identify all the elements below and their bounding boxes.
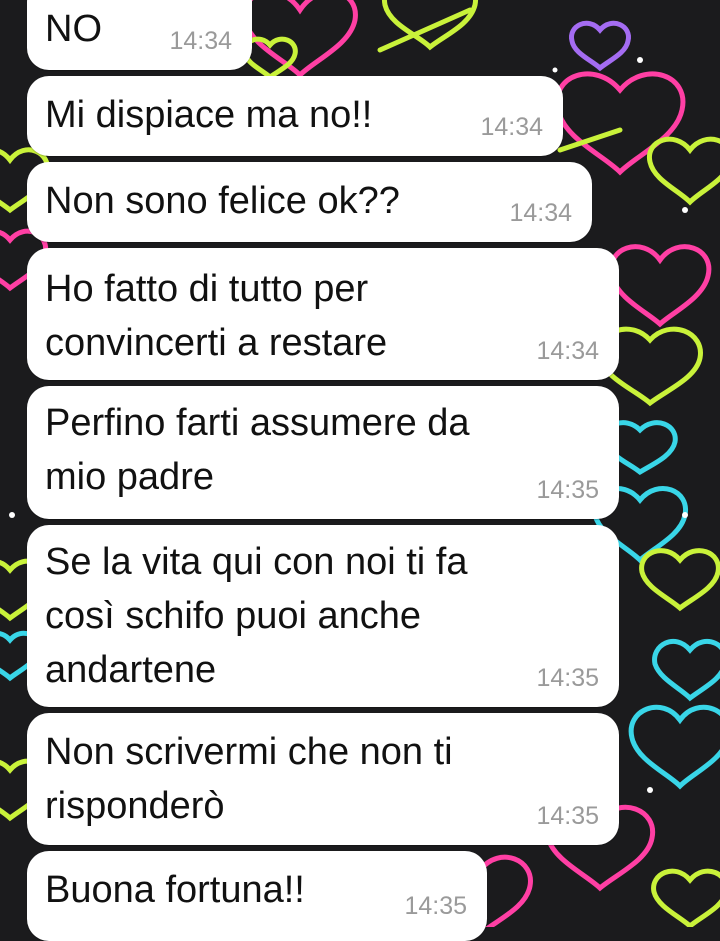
message-timestamp: 14:34 — [536, 337, 599, 365]
message-timestamp: 14:35 — [404, 892, 467, 920]
message-text: Buona fortuna!! — [45, 869, 305, 911]
sparkle — [637, 57, 643, 63]
message-text: Non scrivermi che non ti risponderò — [45, 731, 453, 827]
message-text: Non sono felice ok?? — [45, 180, 400, 222]
message-bubble[interactable]: Perfino farti assumere da mio padre 14:35 — [27, 386, 619, 519]
heart-doodle — [569, 20, 631, 72]
message-timestamp: 14:35 — [536, 476, 599, 504]
sparkle — [682, 512, 688, 518]
heart-doodle — [242, 36, 298, 81]
message-text: Mi dispiace ma no!! — [45, 94, 373, 136]
heart-doodle — [652, 638, 720, 702]
message-bubble[interactable]: Buona fortuna!! 14:35 — [27, 851, 487, 941]
heart-doodle — [554, 71, 686, 176]
sparkle — [9, 512, 15, 518]
message-bubble[interactable]: Mi dispiace ma no!! 14:34 — [27, 76, 563, 156]
message-bubble[interactable]: NO 14:34 — [27, 0, 252, 70]
message-text: Se la vita qui con noi ti fa così schifo… — [45, 541, 468, 691]
heart-doodle — [608, 244, 712, 328]
message-text: NO — [45, 8, 102, 50]
heart-doodle — [639, 548, 720, 612]
message-timestamp: 14:34 — [509, 199, 572, 227]
heart-doodle — [628, 704, 720, 790]
message-bubble[interactable]: Non scrivermi che non ti risponderò 14:35 — [27, 713, 619, 845]
message-timestamp: 14:35 — [536, 664, 599, 692]
message-timestamp: 14:35 — [536, 802, 599, 830]
message-timestamp: 14:34 — [169, 27, 232, 55]
sparkle — [647, 787, 653, 793]
message-bubble[interactable]: Ho fatto di tutto per convincerti a rest… — [27, 248, 619, 380]
message-bubble[interactable]: Non sono felice ok?? 14:34 — [27, 162, 592, 242]
message-bubble[interactable]: Se la vita qui con noi ti fa così schifo… — [27, 525, 619, 707]
heart-doodle — [651, 868, 720, 927]
sparkle — [682, 207, 688, 213]
message-text: Perfino farti assumere da mio padre — [45, 402, 470, 498]
message-text: Ho fatto di tutto per convincerti a rest… — [45, 268, 388, 364]
sparkle — [552, 67, 558, 73]
heart-doodle — [647, 136, 720, 206]
message-timestamp: 14:34 — [480, 113, 543, 141]
